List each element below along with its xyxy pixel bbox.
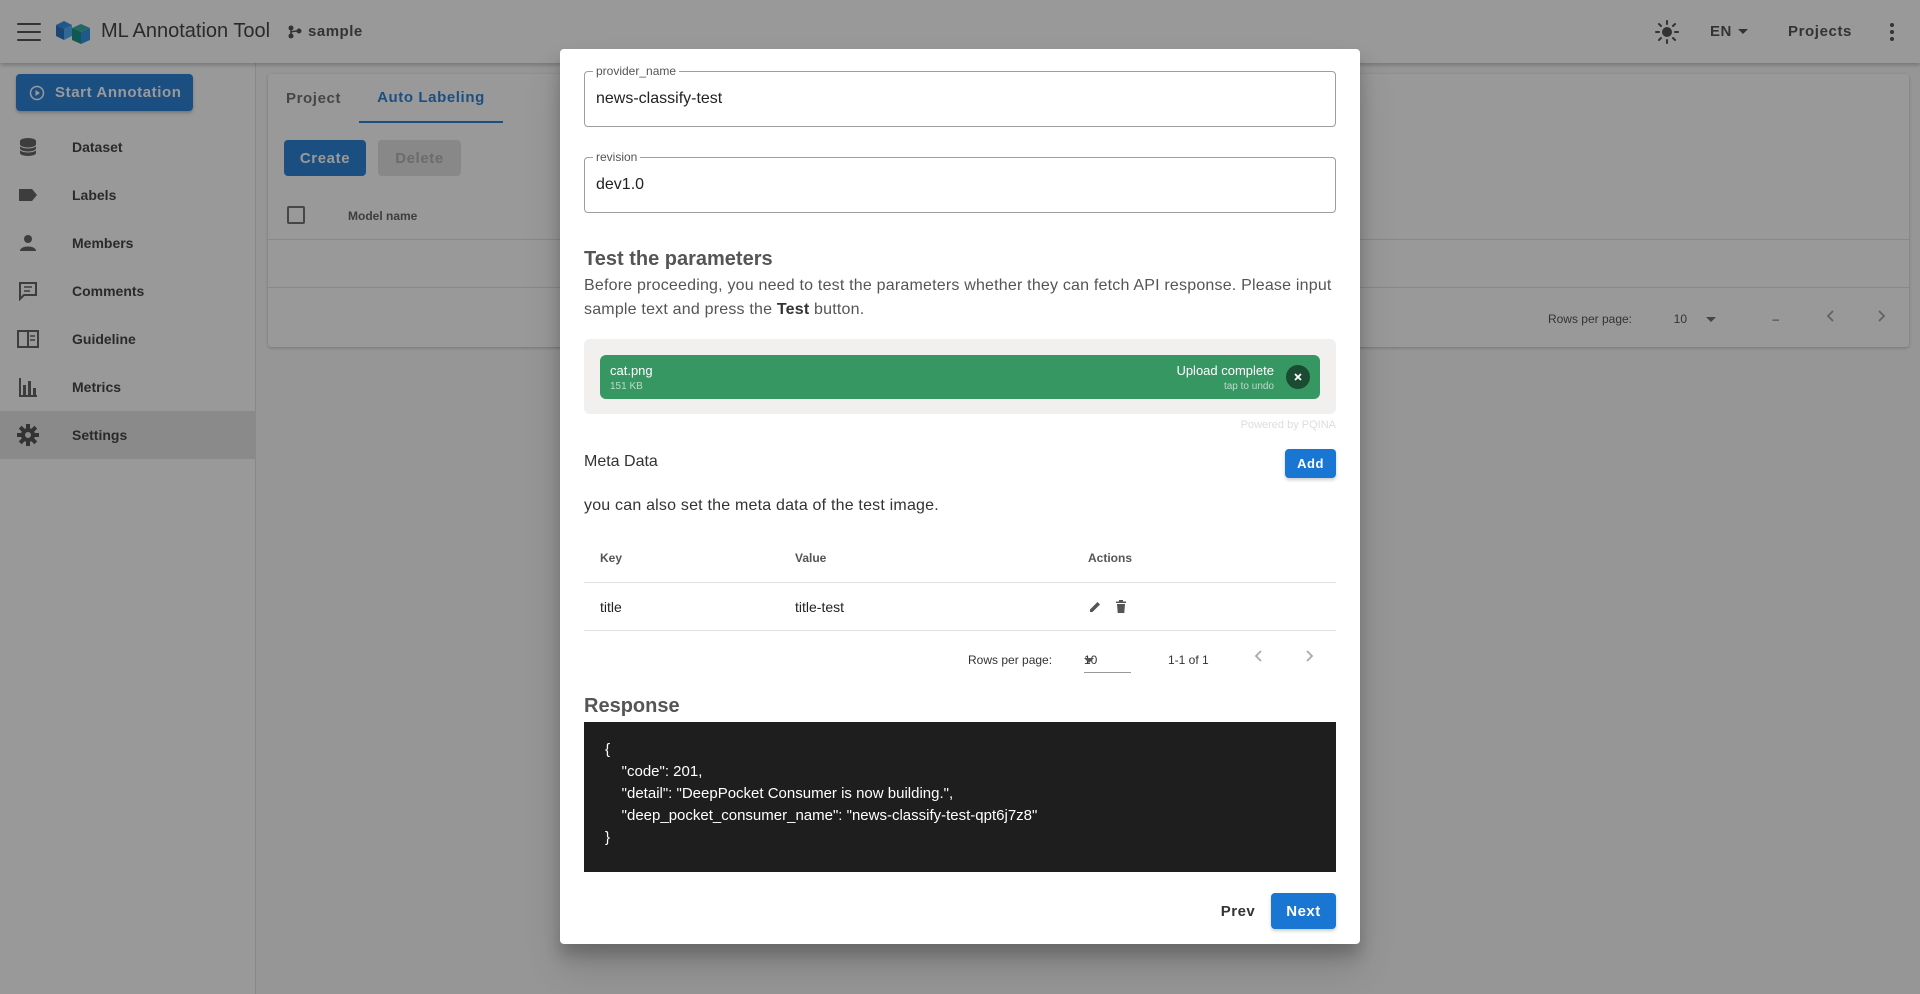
- column-header-actions: Actions: [1088, 550, 1133, 565]
- test-description-text-end: button.: [809, 301, 865, 318]
- column-header-value: Value: [795, 550, 827, 565]
- meta-data-title: Meta Data: [584, 453, 658, 470]
- table-header-row: Key Value Actions: [584, 533, 1336, 583]
- response-title: Response: [584, 695, 680, 717]
- test-section-title: Test the parameters: [584, 248, 773, 270]
- powered-by-link[interactable]: Powered by PQINA: [1241, 419, 1336, 431]
- table-row: title title-test: [584, 583, 1336, 631]
- page-range: 1-1 of 1: [1168, 653, 1209, 667]
- meta-data-description: you can also set the meta data of the te…: [584, 497, 939, 514]
- column-header-key: Key: [600, 550, 623, 565]
- add-meta-button[interactable]: Add: [1285, 449, 1336, 478]
- rows-per-page-label: Rows per page:: [968, 653, 1053, 667]
- meta-table-footer: Rows per page: 10 1-1 of 1: [584, 631, 1336, 689]
- chevron-left-icon[interactable]: [1251, 648, 1267, 664]
- test-description: Before proceeding, you need to test the …: [584, 274, 1336, 322]
- chevron-down-icon: [1084, 658, 1094, 663]
- file-size: 151 KB: [610, 381, 643, 392]
- rows-per-page-select[interactable]: 10: [1084, 645, 1131, 673]
- meta-data-table: Key Value Actions title title-test Rows …: [584, 533, 1336, 689]
- pencil-icon[interactable]: [1088, 583, 1102, 630]
- provider-name-label: provider_name: [593, 64, 680, 78]
- revision-input[interactable]: [596, 173, 1316, 197]
- response-code-block: { "code": 201, "detail": "DeepPocket Con…: [584, 722, 1336, 872]
- trash-icon[interactable]: [1115, 583, 1127, 630]
- test-description-bold: Test: [776, 301, 810, 318]
- revision-field: revision: [584, 150, 1336, 213]
- provider-name-field: provider_name: [584, 64, 1336, 127]
- revision-label: revision: [593, 150, 641, 164]
- provider-name-input[interactable]: [596, 87, 1316, 111]
- test-description-text: Before proceeding, you need to test the …: [584, 277, 1332, 318]
- meta-value-cell: title-test: [795, 598, 845, 615]
- upload-status-sub: tap to undo: [1223, 381, 1274, 392]
- meta-key-cell: title: [600, 598, 622, 615]
- uploaded-file-item: cat.png 151 KB Upload complete tap to un…: [600, 355, 1320, 399]
- create-provider-dialog: provider_name revision Test the paramete…: [560, 49, 1360, 944]
- upload-status: Upload complete: [1176, 363, 1274, 378]
- close-icon[interactable]: [1286, 365, 1310, 389]
- next-button[interactable]: Next: [1271, 893, 1336, 929]
- chevron-right-icon[interactable]: [1301, 648, 1317, 664]
- file-name: cat.png: [610, 363, 653, 378]
- file-upload-area[interactable]: cat.png 151 KB Upload complete tap to un…: [584, 339, 1336, 414]
- prev-button[interactable]: Prev: [1208, 893, 1268, 929]
